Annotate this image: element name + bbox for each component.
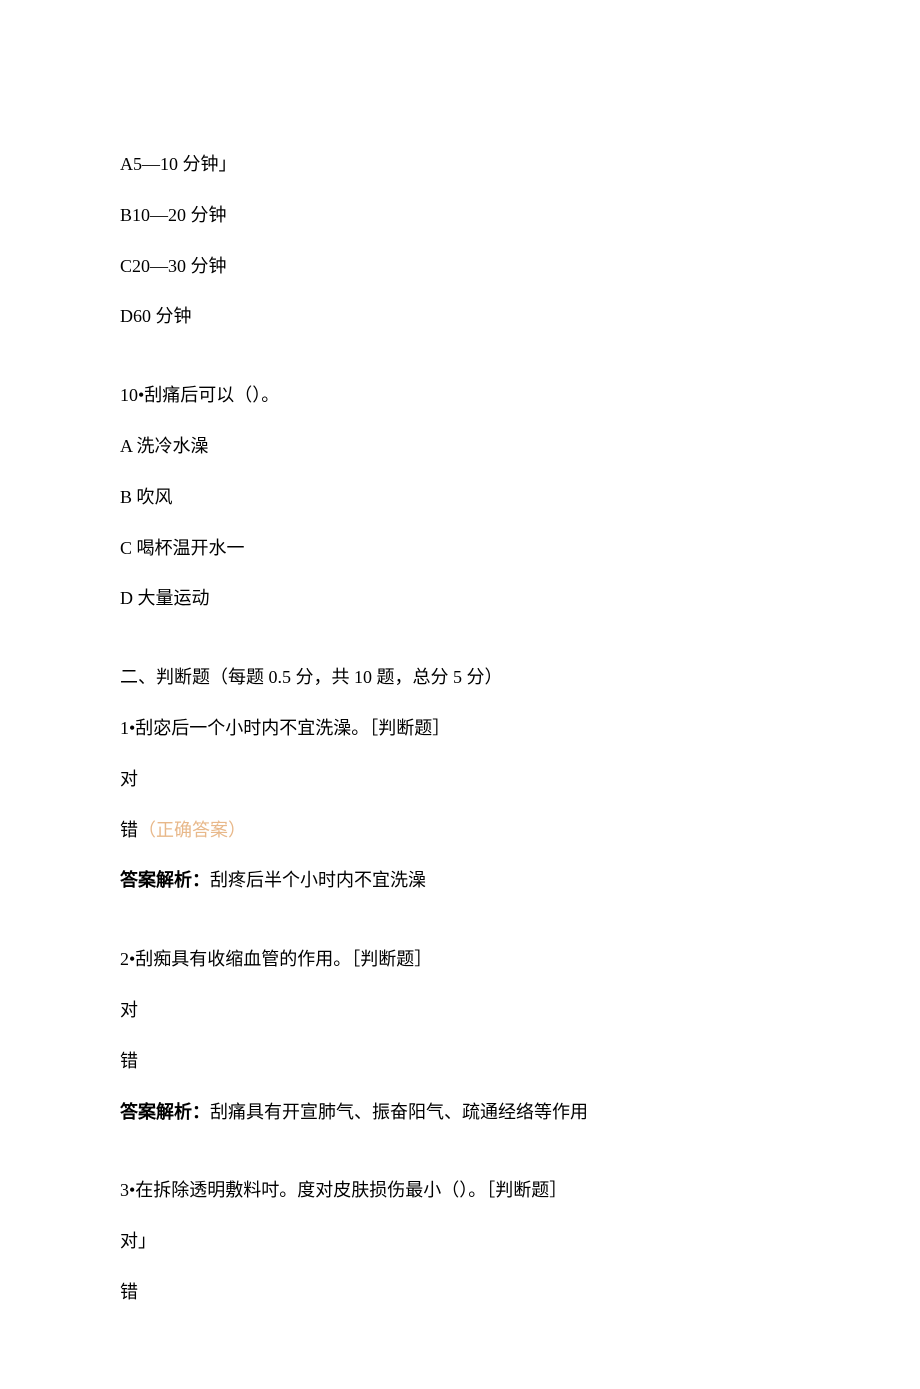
q10-stem: 10•刮痛后可以（）。: [120, 381, 800, 410]
j1-true-text: 对: [120, 769, 138, 789]
j2-false-text: 错: [120, 1051, 138, 1071]
j2-false: 错: [120, 1047, 800, 1076]
j2-true: 对: [120, 996, 800, 1025]
j3-false: 错: [120, 1278, 800, 1307]
j3-true-text: 对」: [120, 1231, 156, 1251]
q9-option-a: A5—10 分钟」: [120, 150, 800, 179]
j1-analysis-label: 答案解析：: [120, 870, 210, 890]
q10-stem-text: 10•刮痛后可以（）。: [120, 385, 279, 405]
j2-stem-text: 2•刮痴具有收缩血管的作用。［判断题］: [120, 949, 432, 969]
q10-option-c: C 喝杯温开水一: [120, 534, 800, 563]
q10-option-a-text: A 洗冷水澡: [120, 436, 209, 456]
q9-option-a-text: A5—10 分钟」: [120, 154, 237, 174]
q9-option-b-text: B10—20 分钟: [120, 205, 227, 225]
j1-analysis-text: 刮疼后半个小时内不宜洗澡: [210, 870, 426, 890]
q9-option-c: C20—30 分钟: [120, 252, 800, 281]
q9-option-b: B10—20 分钟: [120, 201, 800, 230]
q10-option-b-text: B 吹风: [120, 487, 173, 507]
j2-analysis-text: 刮痛具有开宣肺气、振奋阳气、疏通经络等作用: [210, 1102, 588, 1122]
section2-heading-text: 二、判断题（每题 0.5 分，共 10 题，总分 5 分）: [120, 667, 503, 687]
j3-true: 对」: [120, 1227, 800, 1256]
q9-option-c-text: C20—30 分钟: [120, 256, 227, 276]
j2-analysis: 答案解析：刮痛具有开宣肺气、振奋阳气、疏通经络等作用: [120, 1098, 800, 1127]
j1-analysis: 答案解析：刮疼后半个小时内不宜洗澡: [120, 866, 800, 895]
q9-option-d: D60 分钟: [120, 302, 800, 331]
j1-stem-text: 1•刮宓后一个小时内不宜洗澡。［判断题］: [120, 718, 450, 738]
j3-stem-text: 3•在拆除透明敷料吋。度对皮肤损伤最小（）。［判断题］: [120, 1180, 567, 1200]
j1-false-row: 错（正确答案）: [120, 816, 800, 845]
q10-option-b: B 吹风: [120, 483, 800, 512]
q10-option-c-text: C 喝杯温开水一: [120, 538, 245, 558]
j1-stem: 1•刮宓后一个小时内不宜洗澡。［判断题］: [120, 714, 800, 743]
q10-option-d-text: D 大量运动: [120, 588, 210, 608]
j3-false-text: 错: [120, 1282, 138, 1302]
j2-stem: 2•刮痴具有收缩血管的作用。［判断题］: [120, 945, 800, 974]
j3-stem: 3•在拆除透明敷料吋。度对皮肤损伤最小（）。［判断题］: [120, 1176, 800, 1205]
q10-option-d: D 大量运动: [120, 584, 800, 613]
j2-analysis-label: 答案解析：: [120, 1102, 210, 1122]
j1-false-text: 错: [120, 820, 138, 840]
j1-true: 对: [120, 765, 800, 794]
q10-option-a: A 洗冷水澡: [120, 432, 800, 461]
section2-heading: 二、判断题（每题 0.5 分，共 10 题，总分 5 分）: [120, 663, 800, 692]
j2-true-text: 对: [120, 1000, 138, 1020]
q9-option-d-text: D60 分钟: [120, 306, 192, 326]
j1-correct-label: （正确答案）: [138, 820, 246, 840]
